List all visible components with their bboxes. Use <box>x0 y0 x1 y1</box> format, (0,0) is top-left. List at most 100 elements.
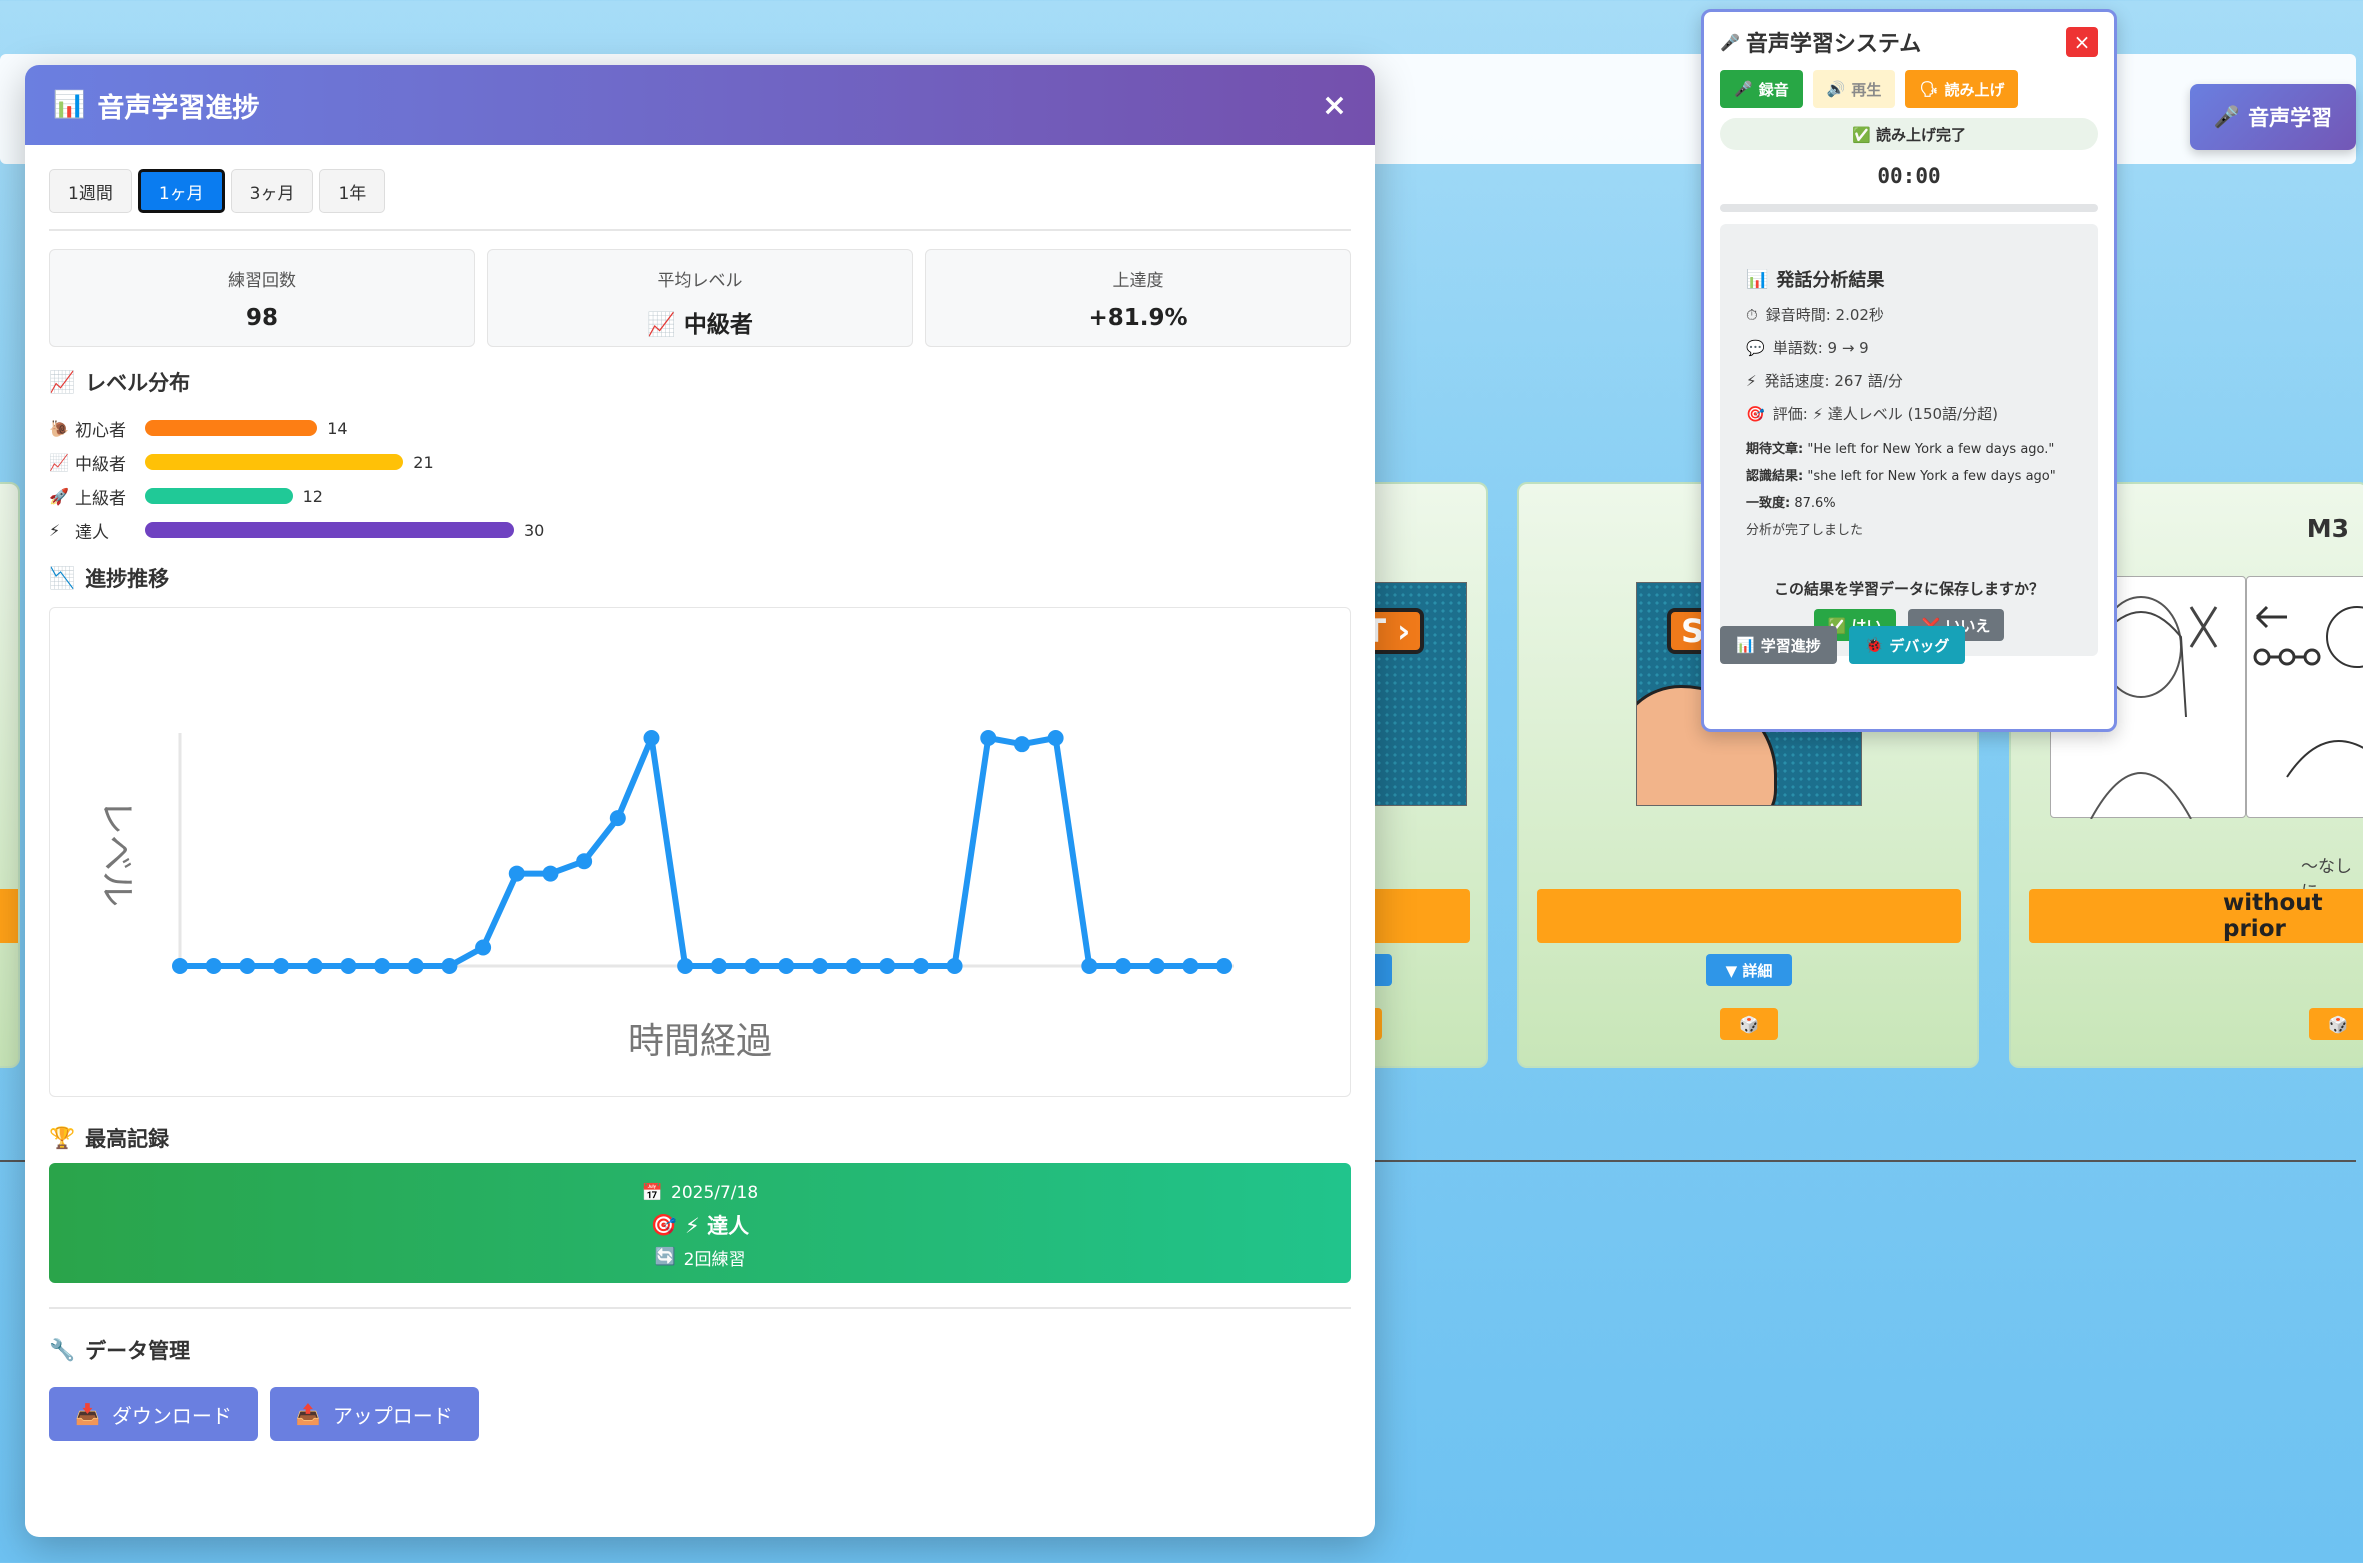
data-point <box>475 939 492 956</box>
dice-button[interactable]: 🎲 <box>2309 1008 2363 1040</box>
play-button[interactable]: 🔊 再生 <box>1812 70 1896 108</box>
tab-1-week[interactable]: 1週間 <box>49 169 132 213</box>
download-icon: 📥 <box>75 1402 100 1426</box>
level-count: 12 <box>302 486 323 506</box>
speech-rate: ⚡ 発話速度: 267 語/分 <box>1746 370 2072 391</box>
distribution-row: 🐌 初心者 14 <box>49 411 1351 445</box>
data-point <box>778 958 795 974</box>
tab-3-months[interactable]: 3ヶ月 <box>230 169 314 213</box>
voice-learning-button-label: 音声学習 <box>2248 106 2333 130</box>
phrase-bar[interactable] <box>0 889 18 943</box>
voice-learning-button[interactable]: 🎤 音声学習 <box>2190 84 2356 150</box>
data-point <box>677 958 694 974</box>
record-level: ⚡ 達人 <box>685 1214 750 1238</box>
y-axis-label: レベル <box>96 799 137 907</box>
record-date: 2025/7/18 <box>671 1183 759 1203</box>
read-aloud-status: ✅ 読み上げ完了 <box>1720 118 2098 150</box>
data-point <box>643 730 660 746</box>
bar-chart-icon: 📊 <box>53 90 86 120</box>
button-label: 学習進捗 <box>1760 636 1821 655</box>
lightning-icon: ⚡ <box>1746 371 1757 390</box>
level-count: 14 <box>327 418 348 438</box>
target-icon: 🎯 <box>650 1212 678 1237</box>
button-label: 再生 <box>1851 80 1882 99</box>
stopwatch-icon: ⏱ <box>1746 305 1758 324</box>
section-title-text: 最高記録 <box>85 1127 170 1151</box>
row-text: 録音時間: 2.02秒 <box>1765 306 1884 324</box>
phrase-bar[interactable] <box>1537 889 1961 943</box>
stat-label: 平均レベル <box>657 271 743 291</box>
data-point <box>1081 958 1098 974</box>
level-name: 上級者 <box>75 488 126 509</box>
data-point <box>845 958 862 974</box>
data-point <box>576 853 593 870</box>
record-button[interactable]: 🎤 録音 <box>1720 70 1803 108</box>
upload-icon: 📤 <box>295 1402 321 1426</box>
stats-row: 練習回数 98 平均レベル 📈 中級者 上達度 +81.9% <box>49 249 1351 347</box>
card-title: M3 <box>2306 514 2349 543</box>
dice-button[interactable]: 🎲 <box>1720 1008 1778 1040</box>
data-point <box>912 958 929 974</box>
level-bar <box>145 420 318 436</box>
analysis-done-message: 分析が完了しました <box>1746 523 1864 538</box>
calendar-icon: 📅 <box>641 1183 663 1203</box>
close-icon[interactable]: × <box>1322 88 1347 123</box>
microphone-icon: 🎤 <box>1734 80 1753 98</box>
chart-down-icon: 📉 <box>49 565 76 590</box>
best-record-title: 🏆 最高記録 <box>49 1123 1351 1153</box>
microphone-icon: 🎤 <box>2213 104 2241 129</box>
section-title-text: 進捗推移 <box>85 567 170 591</box>
upload-button[interactable]: 📤 アップロード <box>269 1387 479 1441</box>
stat-improvement: 上達度 +81.9% <box>925 249 1351 347</box>
trophy-icon: 🏆 <box>49 1125 76 1150</box>
data-point <box>744 958 761 974</box>
level-name: 達人 <box>75 522 109 543</box>
level-icon: 📈 <box>49 452 69 472</box>
voice-panel-title: 音声学習システム <box>1745 32 1922 57</box>
level-icon: 🐌 <box>49 418 69 438</box>
read-aloud-button[interactable]: 🗣 読み上げ <box>1905 70 2019 108</box>
button-label: デバッグ <box>1889 636 1950 655</box>
data-point <box>407 958 424 974</box>
phrase-bar[interactable]: without prior <box>2029 889 2363 943</box>
data-point <box>1013 736 1030 753</box>
distribution-row: 🚀 上級者 12 <box>49 479 1351 513</box>
data-point <box>205 958 222 974</box>
bar-chart-icon: 📊 <box>1746 268 1769 290</box>
download-label: ダウンロード <box>111 1403 232 1428</box>
progress-modal: 📊 音声学習進捗 × 1週間 1ヶ月 3ヶ月 1年 練習回数 98 平均レベル … <box>25 65 1375 1537</box>
row-text: 評価: ⚡ 達人レベル (150語/分超) <box>1772 405 1998 423</box>
download-button[interactable]: 📥 ダウンロード <box>49 1387 258 1441</box>
data-point <box>811 958 828 974</box>
data-point <box>980 730 997 746</box>
expected-sentence: 期待文章: "He left for New York a few days a… <box>1746 442 2055 457</box>
bug-icon: 🐞 <box>1864 636 1884 654</box>
data-point <box>374 958 391 974</box>
speaker-icon: 🔊 <box>1826 80 1846 98</box>
progress-chart-svg: 時間経過 レベル <box>96 730 1234 1062</box>
tab-1-year[interactable]: 1年 <box>319 169 386 213</box>
data-point <box>542 865 559 882</box>
stat-label: 練習回数 <box>228 271 296 291</box>
learning-progress-button[interactable]: 📊 学習進捗 <box>1720 626 1837 664</box>
stat-average-level: 平均レベル 📈 中級者 <box>487 249 913 347</box>
modal-title: 音声学習進捗 <box>97 92 260 123</box>
modal-header: 📊 音声学習進捗 × <box>25 65 1375 145</box>
data-point <box>441 958 458 974</box>
progress-trend-title: 📉 進捗推移 <box>49 563 1351 593</box>
evaluation: 🎯 評価: ⚡ 達人レベル (150語/分超) <box>1746 403 2072 424</box>
upload-label: アップロード <box>332 1403 453 1428</box>
progress-chart: 時間経過 レベル <box>49 607 1351 1097</box>
detail-button[interactable]: ▼ 詳細 <box>1706 954 1792 986</box>
tab-1-month[interactable]: 1ヶ月 <box>137 169 225 213</box>
debug-button[interactable]: 🐞 デバッグ <box>1848 626 1966 664</box>
speaking-head-icon: 🗣 <box>1919 80 1939 98</box>
record-progress-bar <box>1720 204 2098 212</box>
data-point <box>879 958 896 974</box>
level-icon: ⚡ <box>49 520 61 540</box>
data-management-section: 🔧 データ管理 📥 ダウンロード 📤 アップロード <box>49 1307 1351 1441</box>
close-icon[interactable]: × <box>2066 27 2098 57</box>
data-point <box>273 958 290 974</box>
data-point <box>1182 958 1199 974</box>
data-point <box>1148 958 1165 974</box>
